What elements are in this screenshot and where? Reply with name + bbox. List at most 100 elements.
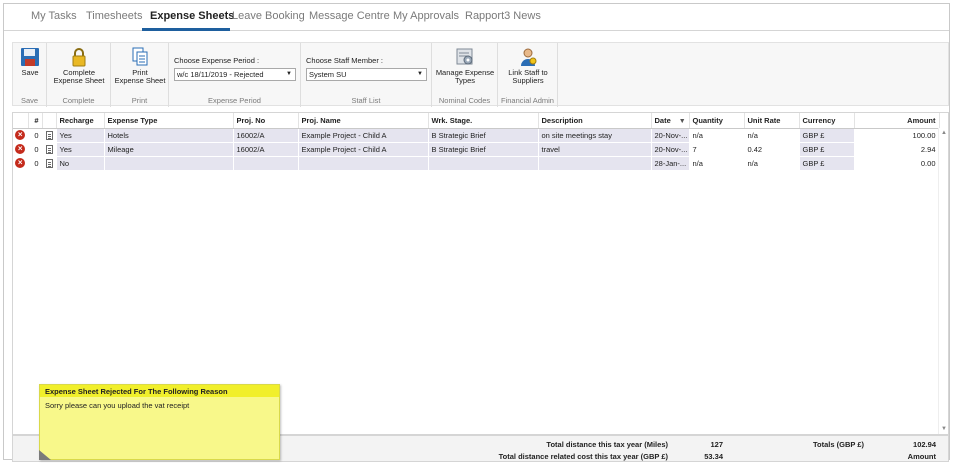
rejection-note-body: Sorry please can you upload the vat rece… [45, 401, 190, 410]
header-wrk-stage[interactable]: Wrk. Stage. [428, 113, 539, 129]
cell-proj-name[interactable] [298, 156, 429, 171]
expense-period-value: w/c 18/11/2019 - Rejected [177, 70, 264, 79]
receipt-document-icon[interactable] [45, 130, 53, 140]
tab-message-centre[interactable]: Message Centre [309, 10, 390, 22]
header-description[interactable]: Description [538, 113, 652, 129]
header-amount[interactable]: Amount [854, 113, 940, 129]
cell-amount[interactable]: 100.00 [854, 128, 940, 143]
cell-wrk-stage[interactable]: B Strategic Brief [428, 128, 539, 143]
cell-date[interactable]: 20-Nov-... [651, 142, 690, 157]
header-unit-rate[interactable]: Unit Rate [744, 113, 800, 129]
delete-row-icon[interactable]: × [15, 130, 26, 140]
ribbon-group-nominal-codes: Manage Expense Types Nominal Codes [432, 43, 498, 107]
cell-description[interactable] [538, 156, 652, 171]
cell-recharge[interactable]: Yes [56, 142, 105, 157]
cell-unit-rate[interactable]: n/a [744, 128, 800, 143]
receipt-document-icon[interactable] [45, 158, 53, 168]
row-number: 0 [28, 128, 43, 143]
save-button[interactable]: Save [17, 47, 43, 77]
cell-description[interactable]: travel [538, 142, 652, 157]
cell-description[interactable]: on site meetings stay [538, 128, 652, 143]
table-row[interactable]: × 0 Yes Mileage 16002/A Example Project … [13, 142, 940, 157]
note-fold-corner [39, 450, 51, 460]
ribbon-group-staff-list: Choose Staff Member : System SU ▼ Staff … [301, 43, 432, 107]
receipt-document-icon[interactable] [45, 144, 53, 154]
link-staff-to-suppliers-button[interactable]: Link Staff to Suppliers [498, 47, 558, 85]
cell-quantity[interactable]: n/a [689, 128, 745, 143]
cell-proj-name[interactable]: Example Project - Child A [298, 128, 429, 143]
manage-expense-types-button[interactable]: Manage Expense Types [433, 47, 497, 85]
table-row[interactable]: × 0 No 28-Jan-... n/a n/a GBP £ 0.00 [13, 156, 940, 171]
print-label-2: Expense Sheet [114, 76, 166, 85]
group-label-complete: Complete [62, 96, 95, 105]
cell-unit-rate[interactable]: n/a [744, 156, 800, 171]
cost-total-value: 53.34 [704, 452, 723, 461]
sort-descending-icon[interactable]: ▼ [679, 118, 686, 125]
delete-row-icon[interactable]: × [15, 158, 26, 168]
cell-currency[interactable]: GBP £ [799, 142, 855, 157]
ribbon-group-financial-admin: Link Staff to Suppliers Financial Admin [498, 43, 558, 107]
cell-recharge[interactable]: Yes [56, 128, 105, 143]
tab-my-approvals[interactable]: My Approvals [393, 10, 459, 22]
delete-row-icon[interactable]: × [15, 144, 26, 154]
header-number[interactable]: # [28, 113, 43, 129]
complete-expense-sheet-button[interactable]: Complete Expense Sheet [49, 47, 109, 85]
cell-expense-type[interactable]: Mileage [104, 142, 234, 157]
table-header-row: # Recharge Expense Type Proj. No Proj. N… [13, 113, 940, 129]
cell-proj-no[interactable] [233, 156, 299, 171]
tab-leave-booking[interactable]: Leave Booking [232, 10, 305, 22]
header-proj-no[interactable]: Proj. No [233, 113, 299, 129]
ribbon-toolbar: Save Save Complete Expense Sheet Complet… [12, 42, 949, 107]
cell-recharge[interactable]: No [56, 156, 105, 171]
staff-member-value: System SU [309, 70, 347, 79]
expense-table: # Recharge Expense Type Proj. No Proj. N… [13, 113, 940, 171]
cell-proj-no[interactable]: 16002/A [233, 142, 299, 157]
header-date[interactable]: Date ▼ [651, 113, 690, 129]
header-doc [42, 113, 57, 129]
cell-quantity[interactable]: 7 [689, 142, 745, 157]
header-delete [13, 113, 29, 129]
table-row[interactable]: × 0 Yes Hotels 16002/A Example Project -… [13, 128, 940, 143]
cell-currency[interactable]: GBP £ [799, 156, 855, 171]
cell-proj-name[interactable]: Example Project - Child A [298, 142, 429, 157]
row-doc-cell [42, 156, 57, 171]
totals-value: 102.94 [913, 440, 936, 449]
expense-period-select[interactable]: w/c 18/11/2019 - Rejected ▼ [174, 68, 296, 81]
cell-date[interactable]: 20-Nov-... [651, 128, 690, 143]
row-number: 0 [28, 156, 43, 171]
print-document-icon [132, 47, 148, 66]
expense-period-label: Choose Expense Period : [174, 56, 260, 65]
cell-wrk-stage[interactable] [428, 156, 539, 171]
cell-unit-rate[interactable]: 0.42 [744, 142, 800, 157]
cell-expense-type[interactable]: Hotels [104, 128, 234, 143]
tab-my-tasks[interactable]: My Tasks [31, 10, 77, 22]
cell-wrk-stage[interactable]: B Strategic Brief [428, 142, 539, 157]
cell-amount[interactable]: 0.00 [854, 156, 940, 171]
group-label-expense-period: Expense Period [208, 96, 261, 105]
cell-amount[interactable]: 2.94 [854, 142, 940, 157]
tab-expense-sheets[interactable]: Expense Sheets [150, 10, 234, 22]
cell-proj-no[interactable]: 16002/A [233, 128, 299, 143]
group-label-nominal-codes: Nominal Codes [438, 96, 491, 105]
tab-timesheets[interactable]: Timesheets [86, 10, 142, 22]
scroll-up-icon[interactable]: ▲ [939, 130, 949, 136]
cell-currency[interactable]: GBP £ [799, 128, 855, 143]
link-label-2: Suppliers [512, 76, 544, 85]
cell-quantity[interactable]: n/a [689, 156, 745, 171]
vertical-scrollbar[interactable]: ▲ ▼ [938, 128, 948, 434]
miles-total-value: 127 [710, 440, 723, 449]
staff-member-select[interactable]: System SU ▼ [306, 68, 427, 81]
group-label-print: Print [131, 96, 148, 105]
cell-date[interactable]: 28-Jan-... [651, 156, 690, 171]
scroll-down-icon[interactable]: ▼ [939, 426, 949, 432]
staff-member-label: Choose Staff Member : [306, 56, 383, 65]
header-recharge[interactable]: Recharge [56, 113, 105, 129]
group-label-financial-admin: Financial Admin [501, 96, 554, 105]
header-currency[interactable]: Currency [799, 113, 855, 129]
header-proj-name[interactable]: Proj. Name [298, 113, 429, 129]
cell-expense-type[interactable] [104, 156, 234, 171]
header-quantity[interactable]: Quantity [689, 113, 745, 129]
print-expense-sheet-button[interactable]: Print Expense Sheet [111, 47, 169, 85]
header-expense-type[interactable]: Expense Type [104, 113, 234, 129]
tab-rapport3-news[interactable]: Rapport3 News [465, 10, 541, 22]
